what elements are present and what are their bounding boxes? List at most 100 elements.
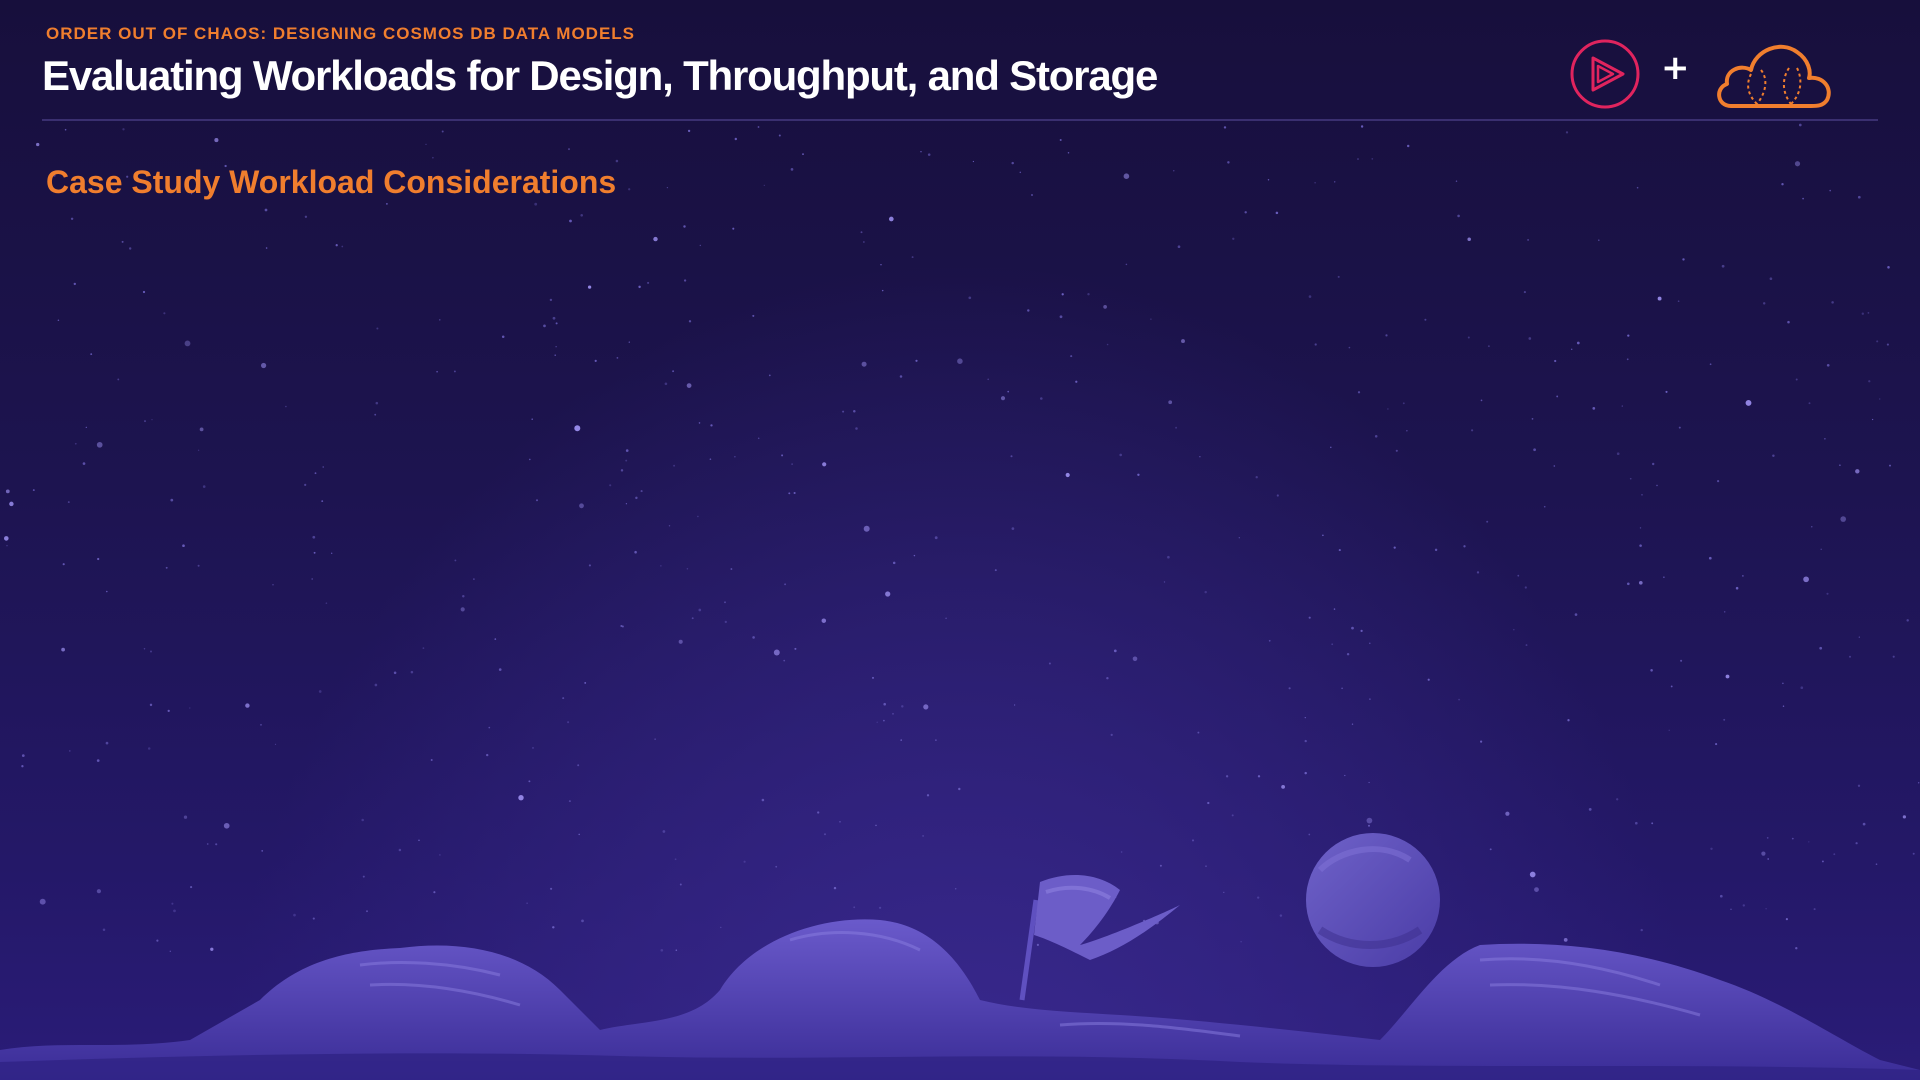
star <box>687 129 691 133</box>
star <box>945 617 947 620</box>
star <box>698 608 702 612</box>
star <box>1650 669 1653 672</box>
star <box>638 285 641 289</box>
star <box>1800 686 1804 690</box>
star <box>958 787 961 791</box>
star <box>535 499 539 502</box>
star <box>1304 716 1306 719</box>
star <box>97 557 100 561</box>
star <box>790 168 794 171</box>
star <box>117 378 120 381</box>
star <box>105 741 109 745</box>
star <box>1867 312 1870 314</box>
star <box>794 647 797 650</box>
star <box>1513 628 1515 631</box>
star <box>150 650 152 653</box>
star <box>1123 173 1130 179</box>
star <box>1715 743 1718 746</box>
star <box>822 462 827 467</box>
star <box>757 437 760 440</box>
star <box>1031 194 1033 196</box>
star <box>1665 390 1668 393</box>
star <box>1811 526 1813 528</box>
star <box>1395 449 1398 452</box>
star <box>1638 580 1643 585</box>
star <box>555 322 558 325</box>
star <box>1762 302 1766 305</box>
star <box>486 753 489 757</box>
star <box>697 515 699 518</box>
star <box>1576 341 1580 345</box>
star <box>911 256 914 259</box>
cloud-icon <box>1717 44 1831 108</box>
star <box>574 425 581 432</box>
star <box>1341 687 1343 690</box>
star <box>640 490 643 493</box>
star <box>562 697 565 700</box>
star <box>653 236 658 242</box>
star <box>1204 590 1207 594</box>
star <box>147 747 151 750</box>
star <box>1357 158 1359 160</box>
star <box>163 312 166 315</box>
star <box>1892 655 1895 658</box>
star <box>1059 315 1063 319</box>
logo-group: + <box>1565 34 1835 114</box>
star <box>763 184 765 187</box>
star <box>1457 214 1460 218</box>
star <box>555 346 557 348</box>
star <box>549 298 553 302</box>
star <box>1656 484 1658 487</box>
star <box>1000 396 1006 401</box>
star <box>880 263 882 266</box>
star <box>1467 237 1471 242</box>
star <box>313 551 316 554</box>
star <box>1119 453 1123 457</box>
star <box>1819 646 1823 650</box>
star <box>1798 123 1802 127</box>
star <box>1621 405 1623 407</box>
star <box>672 370 675 373</box>
star <box>4 536 9 541</box>
star <box>1019 171 1022 174</box>
star <box>926 794 930 797</box>
star <box>1257 775 1261 778</box>
star <box>142 290 146 294</box>
star <box>1013 704 1016 706</box>
star <box>1735 586 1739 590</box>
star <box>1087 293 1090 296</box>
star <box>1276 494 1279 497</box>
star <box>436 370 438 373</box>
star <box>1314 182 1316 184</box>
star <box>410 670 414 674</box>
star <box>264 208 268 212</box>
star <box>1011 161 1014 165</box>
star <box>1831 301 1834 304</box>
star <box>260 362 267 369</box>
star <box>1858 636 1860 638</box>
star <box>1458 698 1461 701</box>
star <box>1567 719 1570 722</box>
star <box>1132 656 1138 662</box>
star <box>1106 676 1109 680</box>
star <box>732 227 735 230</box>
star <box>285 405 287 408</box>
star <box>432 156 434 159</box>
star <box>1857 784 1861 787</box>
star <box>341 245 344 248</box>
star <box>783 659 786 662</box>
star <box>842 410 845 413</box>
star <box>1543 505 1546 508</box>
star <box>1181 339 1185 344</box>
star <box>1795 378 1798 381</box>
star <box>1330 446 1332 449</box>
star <box>885 591 891 597</box>
star <box>1523 291 1526 294</box>
star <box>1070 355 1073 358</box>
star <box>888 216 894 222</box>
star <box>1723 718 1726 721</box>
star <box>1369 698 1371 700</box>
star <box>1906 619 1909 622</box>
star <box>422 647 425 649</box>
star <box>1742 575 1744 577</box>
